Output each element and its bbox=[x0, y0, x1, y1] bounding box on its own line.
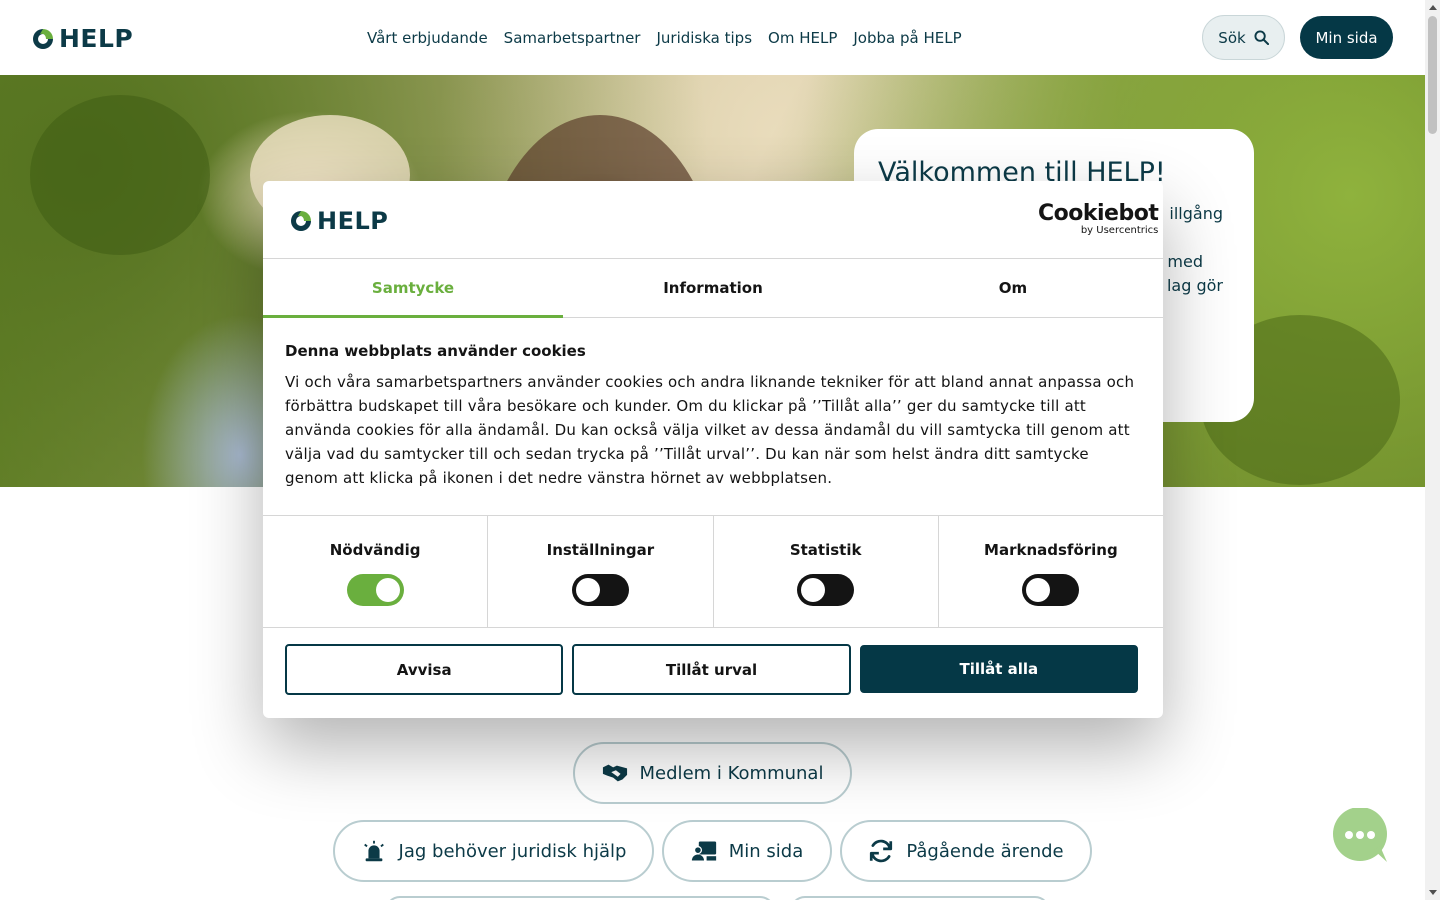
toggle-marketing: Marknadsföring bbox=[939, 516, 1163, 627]
cookie-dialog-tabs: Samtycke Information Om bbox=[263, 259, 1163, 318]
switch-knob bbox=[375, 578, 400, 602]
toggle-preferences: Inställningar bbox=[488, 516, 714, 627]
nav-item-careers[interactable]: Jobba på HELP bbox=[853, 29, 961, 47]
siren-icon bbox=[363, 840, 384, 862]
tab-information[interactable]: Information bbox=[563, 259, 863, 317]
refresh-icon bbox=[870, 839, 893, 863]
legal-help-label: Jag behöver juridisk hjälp bbox=[398, 840, 627, 862]
necessary-switch[interactable] bbox=[346, 574, 404, 606]
toggle-marketing-label: Marknadsföring bbox=[984, 541, 1118, 559]
nav-item-offer[interactable]: Vårt erbjudande bbox=[367, 29, 488, 47]
preferences-switch[interactable] bbox=[571, 574, 629, 606]
scroll-up-arrow-icon[interactable] bbox=[1429, 5, 1437, 10]
cookie-consent-dialog: HELP Cookiebot by Usercentrics Samtycke … bbox=[263, 181, 1163, 718]
foliage bbox=[30, 95, 210, 255]
partial-button[interactable] bbox=[385, 896, 775, 900]
statistics-switch[interactable] bbox=[797, 574, 855, 606]
switch-knob bbox=[575, 578, 600, 602]
member-kommunal-label: Medlem i Kommunal bbox=[639, 762, 824, 784]
cookie-dialog-header: HELP Cookiebot by Usercentrics bbox=[263, 181, 1163, 259]
cookie-dialog-text: Vi och våra samarbetspartners använder c… bbox=[285, 373, 1135, 487]
help-logo-icon bbox=[33, 28, 53, 49]
cookiebot-by: by Usercentrics bbox=[1080, 225, 1159, 236]
main-nav: Vårt erbjudande Samarbetspartner Juridis… bbox=[367, 29, 962, 47]
toggle-statistics: Statistik bbox=[714, 516, 939, 627]
my-page-button[interactable]: Min sida bbox=[1300, 16, 1393, 59]
search-button[interactable]: Sök bbox=[1202, 15, 1285, 60]
legal-help-button[interactable]: Jag behöver juridisk hjälp bbox=[333, 820, 654, 882]
user-screen-icon bbox=[691, 841, 716, 861]
cookiebot-logo[interactable]: Cookiebot by Usercentrics bbox=[1038, 201, 1159, 237]
allow-selection-button[interactable]: Tillåt urval bbox=[572, 644, 851, 695]
nav-item-legal-tips[interactable]: Juridiska tips bbox=[656, 29, 752, 47]
marketing-switch[interactable] bbox=[1022, 574, 1080, 606]
cookie-category-toggles: Nödvändig Inställningar Statistik Markna… bbox=[263, 515, 1163, 628]
toggle-necessary: Nödvändig bbox=[263, 516, 489, 627]
search-icon bbox=[1254, 30, 1269, 45]
quick-my-page-label: Min sida bbox=[728, 840, 804, 862]
tab-consent[interactable]: Samtycke bbox=[263, 259, 563, 318]
site-header: HELP Vårt erbjudande Samarbetspartner Ju… bbox=[0, 0, 1425, 75]
help-logo[interactable]: HELP bbox=[31, 24, 133, 53]
ongoing-case-button[interactable]: Pågående ärende bbox=[840, 820, 1092, 882]
toggle-preferences-label: Inställningar bbox=[546, 541, 655, 559]
reject-button[interactable]: Avvisa bbox=[285, 644, 564, 695]
help-logo-icon bbox=[291, 211, 311, 231]
cookie-dialog-title: Denna webbplats använder cookies bbox=[285, 342, 586, 360]
tab-about[interactable]: Om bbox=[863, 259, 1163, 317]
cookie-dialog-logo-text: HELP bbox=[317, 207, 389, 235]
switch-knob bbox=[801, 578, 826, 602]
partial-button[interactable] bbox=[790, 896, 1050, 900]
cookie-dialog-buttons: Avvisa Tillåt urval Tillåt alla bbox=[263, 628, 1163, 695]
nav-item-about[interactable]: Om HELP bbox=[768, 29, 837, 47]
allow-all-button[interactable]: Tillåt alla bbox=[859, 645, 1138, 693]
help-logo-text: HELP bbox=[59, 24, 134, 53]
quick-my-page-button[interactable]: Min sida bbox=[662, 820, 832, 882]
ongoing-case-label: Pågående ärende bbox=[906, 840, 1064, 862]
member-kommunal-button[interactable]: Medlem i Kommunal bbox=[573, 742, 852, 804]
nav-item-partners[interactable]: Samarbetspartner bbox=[504, 29, 641, 47]
toggle-statistics-label: Statistik bbox=[789, 541, 862, 559]
search-label: Sök bbox=[1218, 28, 1246, 47]
toggle-necessary-label: Nödvändig bbox=[329, 541, 421, 559]
chat-bubble-icon[interactable] bbox=[1332, 808, 1388, 862]
switch-knob bbox=[1026, 578, 1051, 602]
page-scrollbar[interactable] bbox=[1425, 0, 1440, 900]
scroll-thumb[interactable] bbox=[1428, 16, 1437, 134]
cookie-dialog-logo: HELP bbox=[289, 207, 388, 235]
scroll-down-arrow-icon[interactable] bbox=[1429, 890, 1437, 895]
handshake-icon bbox=[602, 764, 627, 782]
cookiebot-name: Cookiebot bbox=[1038, 201, 1159, 226]
cookie-dialog-body: Denna webbplats använder cookies Vi och … bbox=[263, 318, 1163, 515]
